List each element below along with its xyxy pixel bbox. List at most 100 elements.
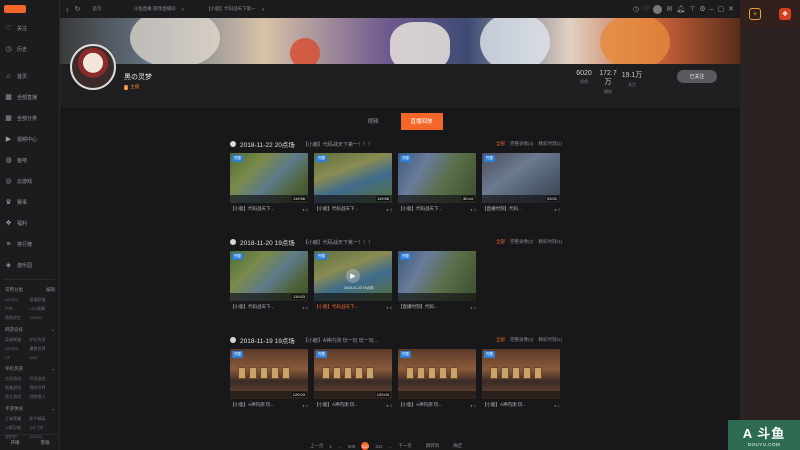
- video-title[interactable]: 【直播时刻】代码...: [398, 304, 438, 310]
- chevron-down-icon[interactable]: ⌄: [51, 327, 55, 333]
- close-window-icon[interactable]: ✕: [728, 6, 734, 13]
- page-current[interactable]: 310: [361, 442, 370, 450]
- video-thumbnail[interactable]: 完整 120:04: [314, 349, 392, 399]
- prev-page-button[interactable]: 上一页: [310, 443, 324, 449]
- refresh-icon[interactable]: ↻: [75, 5, 81, 13]
- sidebar-category-link[interactable]: 绝地求生: [5, 315, 30, 321]
- tab-video[interactable]: 【小鹿】代码战天下第一 ×: [200, 0, 270, 18]
- sidebar-item-11[interactable]: ◈ 游乐园: [0, 255, 59, 276]
- video-title[interactable]: 【小鹿】A神内测 玩...: [230, 402, 274, 408]
- tab-home[interactable]: 首页: [87, 0, 108, 18]
- video-card[interactable]: 完整 【小鹿】A神内测 玩... ● 1: [482, 349, 560, 411]
- sidebar-category-link[interactable]: 英雄联盟: [30, 297, 55, 303]
- filter-1[interactable]: 完整录像(4): [510, 141, 534, 147]
- video-thumbnail[interactable]: 完整 120:03: [230, 349, 308, 399]
- sidebar-category-link[interactable]: 炉石传说: [30, 337, 55, 343]
- back-icon[interactable]: ‹: [66, 5, 69, 14]
- follow-button[interactable]: 已关注: [677, 70, 717, 83]
- sidebar-item-10[interactable]: ≡ 排行榜: [0, 234, 59, 255]
- sidebar-category-link[interactable]: 怪物猎人: [30, 394, 55, 400]
- sidebar-category-link[interactable]: 刺激战场: [5, 385, 30, 391]
- filter-2[interactable]: 精彩时刻(1): [539, 239, 563, 245]
- channel-avatar[interactable]: [70, 44, 116, 90]
- sidebar-category-link[interactable]: 怀旧游戏: [30, 376, 55, 382]
- sidebar-category-link[interactable]: 魔兽世界: [30, 346, 55, 352]
- filter-1[interactable]: 完整录像(2): [510, 239, 534, 245]
- close-icon[interactable]: ×: [182, 7, 185, 12]
- close-icon[interactable]: ×: [262, 7, 265, 12]
- sidebar-group-header[interactable]: 常用分类 编辑: [0, 283, 59, 297]
- sidebar-item-6[interactable]: ◍ 鱼吧: [0, 150, 59, 171]
- video-thumbnail[interactable]: 完整 03:01: [482, 153, 560, 203]
- video-thumbnail[interactable]: 完整: [482, 349, 560, 399]
- sidebar-category-link[interactable]: DOTA2: [5, 297, 30, 303]
- video-thumbnail[interactable]: 完整 30:44: [398, 153, 476, 203]
- video-card[interactable]: 完整 119:56 【小鹿】代码战天下... ● 6: [230, 153, 308, 215]
- maximize-icon[interactable]: ▢: [718, 6, 725, 13]
- sidebar-item-3[interactable]: ▦ 全部直播: [0, 87, 59, 108]
- settings-icon[interactable]: ⚙: [699, 6, 705, 13]
- sidebar-item-5[interactable]: ▶ 视频中心: [0, 129, 59, 150]
- sidebar-item-7[interactable]: ◎ 云游戏: [0, 171, 59, 192]
- start-live-button[interactable]: 开播: [11, 440, 20, 446]
- video-title[interactable]: 【小鹿】代码战天下...: [230, 206, 274, 212]
- sidebar-item-2[interactable]: ⌂ 首页: [0, 66, 59, 87]
- video-title[interactable]: 【小鹿】代码战天下...: [314, 304, 358, 310]
- video-card[interactable]: 完整 【小鹿】A神内测 玩... ● 1: [398, 349, 476, 411]
- sidebar-group-header[interactable]: 单机热游 ⌄: [0, 362, 59, 376]
- tab-room[interactable]: 斗鱼直播·游戏直播间 ×: [128, 0, 191, 18]
- tab-videos[interactable]: 视频: [357, 112, 388, 130]
- video-thumbnail[interactable]: 完整 119:56: [230, 153, 308, 203]
- video-card[interactable]: 完整 03:01 【直播时刻】代码... ● 2: [482, 153, 560, 215]
- sidebar-item-8[interactable]: ♛ 赛事: [0, 192, 59, 213]
- sidebar-category-link[interactable]: 户外: [5, 306, 30, 312]
- plus-icon[interactable]: +: [749, 8, 761, 20]
- video-title[interactable]: 【小鹿】A神内测 玩...: [398, 402, 442, 408]
- video-card[interactable]: 完整 【直播时刻】代码... ● 2: [398, 251, 476, 313]
- sidebar-category-link[interactable]: DNF: [30, 355, 55, 360]
- video-card[interactable]: 完整 120:03 【小鹿】A神内测 玩... ● 4: [230, 349, 308, 411]
- page-1[interactable]: 1: [330, 444, 333, 449]
- video-title[interactable]: 【小鹿】A神内测 玩...: [314, 402, 358, 408]
- sidebar-item-4[interactable]: ▦ 全部分类: [0, 108, 59, 129]
- sidebar-category-link[interactable]: 独立游戏: [5, 394, 30, 400]
- gift-icon[interactable]: ❖: [779, 8, 791, 20]
- user-avatar[interactable]: [653, 4, 663, 14]
- sidebar-category-link[interactable]: 英雄联盟: [5, 337, 30, 343]
- sidebar-item-9[interactable]: ❖ 福利: [0, 213, 59, 234]
- sidebar-item-0[interactable]: ♡ 关注: [0, 18, 59, 39]
- video-title[interactable]: 【小鹿】代码战天下...: [314, 206, 358, 212]
- filter-1[interactable]: 完整录像(4): [510, 337, 534, 343]
- video-card[interactable]: 完整 120:04 【小鹿】A神内测 玩... ● 2: [314, 349, 392, 411]
- filter-2[interactable]: 精彩时刻(1): [539, 141, 563, 147]
- customer-service-button[interactable]: 客服: [41, 440, 50, 446]
- filter-0[interactable]: 全部: [496, 239, 505, 245]
- history-icon[interactable]: ◷: [633, 6, 639, 13]
- video-card[interactable]: 完整 ▶ 2018-11-20 19点场 【小鹿】代码战天下... ● 6: [314, 251, 392, 313]
- tab-replay[interactable]: 直播回放: [400, 112, 443, 130]
- sidebar-category-link[interactable]: 主机游戏: [5, 376, 30, 382]
- sidebar-category-link[interactable]: CF: [5, 355, 30, 360]
- page-309[interactable]: 309: [348, 444, 356, 449]
- filter-0[interactable]: 全部: [496, 337, 505, 343]
- jump-confirm-button[interactable]: 确定: [453, 443, 462, 449]
- sidebar-category-link[interactable]: 和平精英: [30, 416, 55, 422]
- video-thumbnail[interactable]: 完整 ▶ 2018-11-20 19点场: [314, 251, 392, 301]
- sidebar-edit-button[interactable]: 编辑: [46, 287, 55, 293]
- sidebar-category-link[interactable]: 火影忍者: [5, 425, 30, 431]
- sidebar-category-link[interactable]: QQ飞车: [30, 425, 55, 431]
- video-card[interactable]: 完整 30:44 【小鹿】代码战天下... ● 3: [398, 153, 476, 215]
- shirt-icon[interactable]: ⊤: [689, 6, 695, 13]
- bell-icon[interactable]: 🔔︎: [676, 6, 685, 13]
- minimize-icon[interactable]: –: [710, 6, 714, 13]
- video-title[interactable]: 【直播时刻】代码...: [482, 206, 522, 212]
- play-icon[interactable]: ▶: [346, 269, 360, 283]
- filter-2[interactable]: 精彩时刻(1): [539, 337, 563, 343]
- filter-0[interactable]: 全部: [496, 141, 505, 147]
- sidebar-group-header[interactable]: 手游休闲 ⌄: [0, 402, 59, 416]
- video-title[interactable]: 【小鹿】代码战天下...: [398, 206, 442, 212]
- video-thumbnail[interactable]: 完整: [398, 349, 476, 399]
- heart-icon[interactable]: ♡: [643, 6, 649, 13]
- page-311[interactable]: 311: [375, 444, 382, 449]
- chevron-down-icon[interactable]: ⌄: [51, 366, 55, 372]
